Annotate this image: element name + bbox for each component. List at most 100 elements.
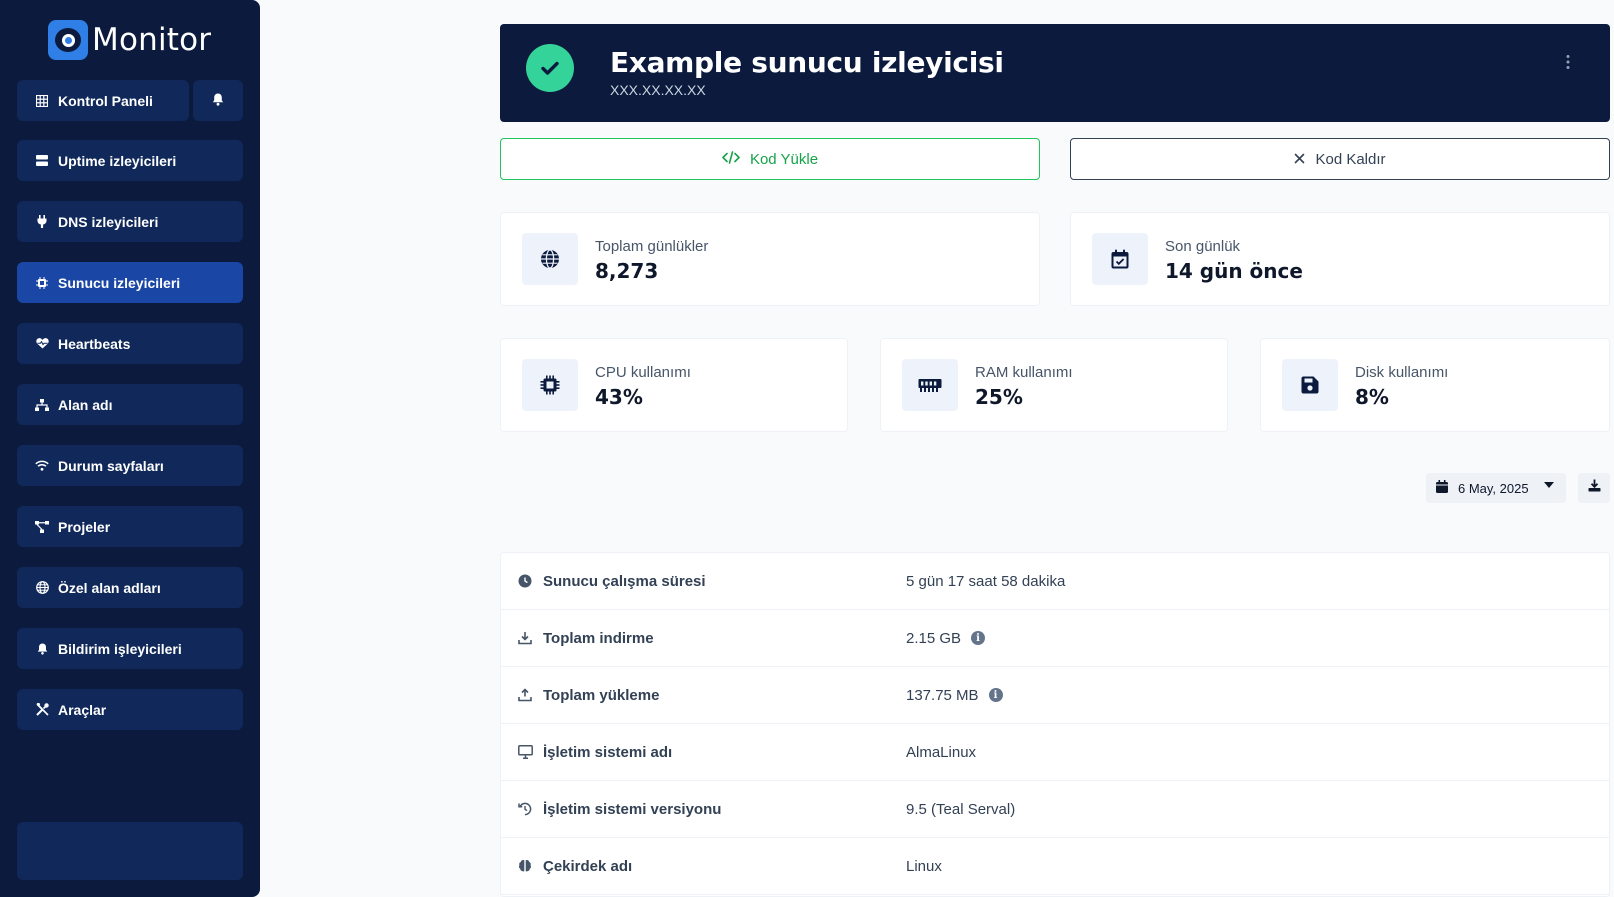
remove-code-button[interactable]: Kod Kaldır — [1070, 138, 1610, 180]
table-row: İşletim sistemi versiyonu 9.5 (Teal Serv… — [501, 781, 1609, 838]
close-icon — [1294, 151, 1305, 167]
table-grid-icon — [35, 94, 49, 108]
notifications-button[interactable] — [193, 80, 243, 121]
sidebar-item-server-monitors[interactable]: Sunucu izleyicileri — [17, 262, 243, 303]
table-row: Sunucu çalışma süresi 5 gün 17 saat 58 d… — [501, 553, 1609, 610]
info-icon[interactable]: i — [988, 688, 1003, 702]
history-icon — [517, 801, 533, 817]
stat-card-ram: RAM kullanımı 25% — [880, 338, 1228, 432]
monitor-header: Example sunucu izleyicisi XXX.XX.XX.XX — [500, 24, 1610, 122]
desktop-icon — [517, 744, 533, 760]
sidebar-item-label: Projeler — [58, 518, 111, 535]
microchip-icon — [522, 359, 578, 411]
sidebar-item-dns-monitors[interactable]: DNS izleyicileri — [17, 201, 243, 242]
network-icon — [35, 398, 49, 412]
sidebar-item-projects[interactable]: Projeler — [17, 506, 243, 547]
row-value: 2.15 GB i — [906, 630, 986, 647]
server-info-table: Sunucu çalışma süresi 5 gün 17 saat 58 d… — [500, 552, 1610, 897]
sidebar-item-label: Uptime izleyicileri — [58, 152, 177, 169]
sidebar-item-label: Bildirim işleyicileri — [58, 640, 182, 657]
app-name: Monitor — [92, 22, 212, 58]
sidebar-footer[interactable] — [17, 822, 243, 880]
code-icon — [722, 151, 740, 167]
row-label: İşletim sistemi versiyonu — [543, 800, 722, 818]
stat-label: Disk kullanımı — [1355, 364, 1449, 381]
server-icon — [35, 154, 49, 168]
table-row: Toplam indirme 2.15 GB i — [501, 610, 1609, 667]
plug-icon — [35, 215, 49, 229]
row-value: 5 gün 17 saat 58 dakika — [906, 572, 1066, 590]
table-row: Toplam yükleme 137.75 MB i — [501, 667, 1609, 724]
install-code-label: Kod Yükle — [749, 150, 819, 168]
sidebar-item-uptime-monitors[interactable]: Uptime izleyicileri — [17, 140, 243, 181]
calendar-icon — [1436, 480, 1448, 496]
microchip-icon — [35, 276, 49, 290]
project-diagram-icon — [35, 520, 49, 534]
sidebar-item-notification-handlers[interactable]: Bildirim işleyicileri — [17, 628, 243, 669]
stat-card-total-logs: Toplam günlükler 8,273 — [500, 212, 1040, 306]
sidebar-item-label: Araçlar — [58, 701, 107, 718]
calendar-check-icon — [1092, 233, 1148, 285]
download-icon — [1588, 479, 1601, 497]
table-row: İşletim sistemi adı AlmaLinux — [501, 724, 1609, 781]
floppy-disk-icon — [1282, 359, 1338, 411]
app-logo[interactable]: Monitor — [48, 18, 211, 62]
clock-icon — [517, 573, 533, 589]
remove-code-label: Kod Kaldır — [1315, 150, 1386, 168]
chevron-down-icon — [1544, 482, 1554, 488]
stat-label: Toplam günlükler — [595, 238, 709, 255]
stat-card-last-log: Son günlük 14 gün önce — [1070, 212, 1610, 306]
sidebar-item-custom-domains[interactable]: Özel alan adları — [17, 567, 243, 608]
install-code-button[interactable]: Kod Yükle — [500, 138, 1040, 180]
heart-pulse-icon — [35, 337, 49, 351]
info-icon[interactable]: i — [971, 631, 986, 645]
wifi-icon — [35, 459, 49, 473]
sidebar-item-label: DNS izleyicileri — [58, 213, 159, 230]
page-title: Example sunucu izleyicisi — [610, 46, 1004, 79]
sidebar-item-dashboard[interactable]: Kontrol Paneli — [17, 80, 189, 121]
stat-value: 14 gün önce — [1165, 259, 1303, 283]
table-row: Çekirdek adı Linux — [501, 838, 1609, 895]
download-icon — [517, 630, 533, 646]
date-picker-button[interactable]: 6 May, 2025 — [1426, 473, 1566, 503]
stat-value: 25% — [975, 385, 1023, 409]
sidebar-item-domain-names[interactable]: Alan adı — [17, 384, 243, 425]
brain-icon — [517, 858, 533, 874]
stat-value: 8,273 — [595, 259, 659, 283]
bell-icon — [212, 93, 224, 109]
stat-label: RAM kullanımı — [975, 364, 1073, 381]
stat-card-disk: Disk kullanımı 8% — [1260, 338, 1610, 432]
row-label: Sunucu çalışma süresi — [543, 572, 706, 590]
status-check-icon — [526, 44, 574, 92]
stat-label: CPU kullanımı — [595, 364, 691, 381]
row-value: Linux — [906, 857, 942, 875]
globe-icon — [522, 233, 578, 285]
upload-icon — [517, 687, 533, 703]
row-label: Toplam yükleme — [543, 686, 660, 704]
sidebar-item-status-pages[interactable]: Durum sayfaları — [17, 445, 243, 486]
row-value: 137.75 MB i — [906, 687, 1003, 704]
globe-icon — [35, 581, 49, 595]
sidebar-item-label: Alan adı — [58, 396, 113, 413]
row-value: 9.5 (Teal Serval) — [906, 800, 1016, 818]
server-ip: XXX.XX.XX.XX — [610, 82, 706, 98]
sidebar-item-heartbeats[interactable]: Heartbeats — [17, 323, 243, 364]
bell-icon — [35, 642, 49, 656]
stat-value: 43% — [595, 385, 643, 409]
stat-label: Son günlük — [1165, 238, 1241, 255]
sidebar-item-label: Sunucu izleyicileri — [58, 274, 181, 291]
sidebar-item-tools[interactable]: Araçlar — [17, 689, 243, 730]
sidebar-item-label: Kontrol Paneli — [58, 92, 153, 109]
tools-icon — [35, 703, 49, 717]
row-label: Toplam indirme — [543, 629, 654, 647]
memory-icon — [902, 359, 958, 411]
download-button[interactable] — [1578, 473, 1610, 503]
stat-value: 8% — [1355, 385, 1389, 409]
sidebar-item-label: Durum sayfaları — [58, 457, 164, 474]
more-options-icon[interactable] — [1562, 54, 1574, 70]
sidebar-item-label: Heartbeats — [58, 335, 131, 352]
stat-card-cpu: CPU kullanımı 43% — [500, 338, 848, 432]
row-label: İşletim sistemi adı — [543, 743, 673, 761]
sidebar-item-label: Özel alan adları — [58, 579, 161, 596]
sidebar: Monitor Kontrol Paneli Uptime izleyicile… — [0, 0, 260, 897]
